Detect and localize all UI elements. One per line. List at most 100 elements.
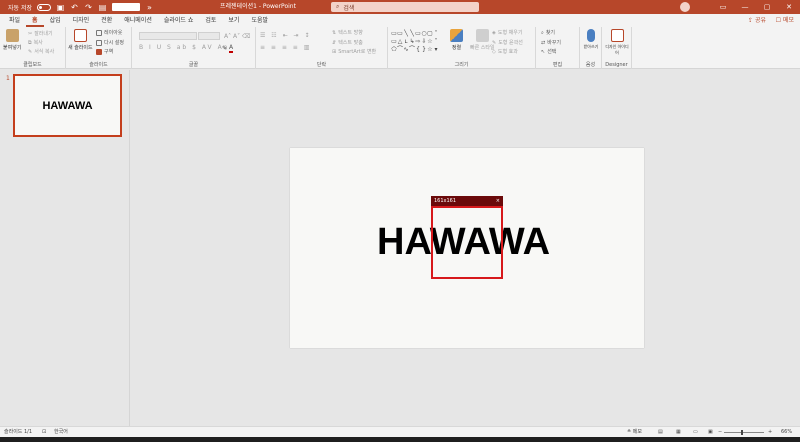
thumbnail-number: 1 xyxy=(6,75,10,82)
slideshow-icon[interactable]: ▤ xyxy=(98,3,107,12)
group-designer: 디자인 아이디어 Designer xyxy=(602,27,632,69)
title-bar: 자동 저장 ▣ ↶ ↷ ▤ » 프레젠테이션1 - PowerPoint ⌕ 검… xyxy=(0,0,800,14)
cut-button[interactable]: ✂ 잘라내기 xyxy=(28,30,53,38)
editing-group-label: 편집 xyxy=(552,62,563,68)
font-color-button[interactable]: ✎ A xyxy=(222,44,234,53)
paragraph-group-label: 단락 xyxy=(316,62,327,68)
align-text-icon: ⇵ xyxy=(332,39,337,46)
select-button[interactable]: ↖ 선택 xyxy=(541,48,557,56)
microphone-icon xyxy=(587,29,595,42)
shape-fill-button[interactable]: ◈ 도형 채우기 xyxy=(492,29,523,37)
copy-label: 복사 xyxy=(33,40,43,46)
comments-button[interactable]: ☐ 메모 xyxy=(776,15,794,26)
design-ideas-label: 디자인 아이디어 xyxy=(605,44,629,55)
effects-icon: ◇ xyxy=(492,48,496,55)
slide-thumbnail[interactable]: HAWAWA xyxy=(13,74,122,137)
reset-label: 다시 설정 xyxy=(104,40,124,46)
shape-outline-button[interactable]: ✎ 도형 윤곽선 xyxy=(492,39,523,47)
layout-button[interactable]: 레이아웃 xyxy=(96,29,122,36)
search-placeholder: 검색 xyxy=(343,4,355,12)
close-button[interactable]: ✕ xyxy=(778,0,800,14)
redo-icon[interactable]: ↷ xyxy=(84,3,93,12)
share-label: 공유 xyxy=(754,17,766,24)
drawing-group-label: 그리기 xyxy=(454,62,469,68)
minimize-button[interactable]: — xyxy=(734,0,756,14)
smartart-button[interactable]: ⊞ SmartArt로 변환 xyxy=(332,48,376,56)
new-slide-icon xyxy=(73,29,87,42)
restore-button[interactable]: ▢ xyxy=(756,0,778,14)
find-button[interactable]: ⌕ 찾기 xyxy=(541,29,555,37)
replace-icon: ⇄ xyxy=(541,39,546,46)
arrange-button[interactable]: 정렬 xyxy=(450,29,463,51)
font-format-buttons[interactable]: B I U S ab $ AV Aa xyxy=(139,44,229,51)
zoom-slider-thumb[interactable] xyxy=(741,430,743,435)
select-label: 선택 xyxy=(547,49,557,55)
save-icon[interactable]: ▣ xyxy=(56,3,65,12)
reset-button[interactable]: 다시 설정 xyxy=(96,39,124,46)
share-button[interactable]: ⇪ 공유 xyxy=(748,15,766,26)
overlay-close-icon[interactable]: × xyxy=(496,198,500,204)
tab-slideshow[interactable]: 슬라이드 쇼 xyxy=(158,14,200,27)
shape-effects-button[interactable]: ◇ 도형 효과 xyxy=(492,48,518,56)
font-size-input[interactable] xyxy=(198,32,220,40)
group-clipboard: 붙여넣기 ✂ 잘라내기 ⧉ 복사 ✎ 서식 복사 클립보드 xyxy=(0,27,66,69)
arrange-icon xyxy=(450,29,463,42)
format-painter-button[interactable]: ✎ 서식 복사 xyxy=(28,48,54,56)
designer-group-label: Designer xyxy=(605,62,628,68)
brush-icon: ✎ xyxy=(28,48,33,55)
tab-home[interactable]: 홈 xyxy=(26,14,44,27)
quick-access-toolbar: 자동 저장 ▣ ↶ ↷ ▤ » xyxy=(0,0,154,14)
customize-toolbar-icon[interactable]: » xyxy=(145,3,154,12)
tab-file[interactable]: 파일 xyxy=(3,14,26,27)
search-input[interactable]: ⌕ 검색 xyxy=(331,2,479,12)
tab-transitions[interactable]: 전환 xyxy=(95,14,118,27)
layout-icon xyxy=(96,29,102,36)
thumbnail-text: HAWAWA xyxy=(42,99,93,112)
font-group-label: 글꼴 xyxy=(188,62,199,68)
tab-review[interactable]: 검토 xyxy=(199,14,222,27)
user-avatar-icon[interactable] xyxy=(680,2,690,12)
selection-overlay-box[interactable] xyxy=(431,206,503,279)
design-ideas-icon xyxy=(610,29,624,42)
status-bar: 슬라이드 1/1 ⊡ 한국어 ≙ 메모 ▤ ▦ ▭ ▣ − + 66% xyxy=(0,426,800,437)
smartart-icon: ⊞ xyxy=(332,48,337,55)
autosave-toggle[interactable] xyxy=(37,3,51,11)
font-color-icon: A xyxy=(229,44,234,53)
list-buttons[interactable]: ☰ ☷ ⇤ ⇥ ↕ xyxy=(260,32,311,39)
tab-view[interactable]: 보기 xyxy=(222,14,245,27)
shapes-gallery[interactable]: ▭ ▭ ╲ ╲ ▭ ○ ▢ ˄ ▭ △ ʟ ↳ ⇨ ⇩ ☆ ˅ ⬠ ⌒ ∿ ⌒{} ☆ ▾ xyxy=(391,30,445,56)
shape-fill-label: 도형 채우기 xyxy=(497,30,523,36)
font-name-input[interactable] xyxy=(139,32,197,40)
taskbar xyxy=(0,437,800,442)
group-font: A˄ A˅ ⌫ B I U S ab $ AV Aa ✎ A 글꼴 xyxy=(132,27,256,69)
tab-help[interactable]: 도움말 xyxy=(245,14,274,27)
section-button[interactable]: 구역 xyxy=(96,48,113,55)
align-buttons[interactable]: ≡ ≡ ≡ ≡ ▥ xyxy=(260,44,311,51)
copy-button[interactable]: ⧉ 복사 xyxy=(28,39,43,47)
dictate-button[interactable]: 받아쓰기 xyxy=(582,29,600,50)
tab-design[interactable]: 디자인 xyxy=(67,14,96,27)
new-slide-button[interactable]: 새 슬라이드 xyxy=(68,29,93,51)
text-direction-button[interactable]: ⇅ 텍스트 방향 xyxy=(332,29,363,37)
group-editing: ⌕ 찾기 ⇄ 바꾸기 ↖ 선택 편집 xyxy=(536,27,580,69)
group-paragraph: ☰ ☷ ⇤ ⇥ ↕ ≡ ≡ ≡ ≡ ▥ ⇅ 텍스트 방향 ⇵ 텍스트 맞춤 ⊞ Sma… xyxy=(256,27,388,69)
text-direction-icon: ⇅ xyxy=(332,29,337,36)
replace-button[interactable]: ⇄ 바꾸기 xyxy=(541,39,561,47)
align-text-button[interactable]: ⇵ 텍스트 맞춤 xyxy=(332,39,363,47)
tab-animations[interactable]: 애니메이션 xyxy=(118,14,158,27)
font-size-buttons[interactable]: A˄ A˅ ⌫ xyxy=(224,33,251,40)
design-ideas-button[interactable]: 디자인 아이디어 xyxy=(604,29,630,56)
copy-icon: ⧉ xyxy=(28,39,32,46)
tab-insert[interactable]: 삽입 xyxy=(44,14,67,27)
paste-button[interactable]: 붙여넣기 xyxy=(3,29,21,51)
quick-styles-button[interactable]: 빠른 스타일 xyxy=(470,29,495,51)
align-text-label: 텍스트 맞춤 xyxy=(338,40,363,46)
group-voice: 받아쓰기 음성 xyxy=(580,27,602,69)
zoom-slider-track[interactable] xyxy=(724,432,764,433)
quick-access-font-box[interactable] xyxy=(112,3,140,11)
undo-icon[interactable]: ↶ xyxy=(70,3,79,12)
ribbon-display-button[interactable]: ▭ xyxy=(712,0,734,14)
selection-overlay-header[interactable]: 161x161 × xyxy=(431,196,503,206)
reset-icon xyxy=(96,39,102,46)
quick-styles-icon xyxy=(475,29,489,42)
